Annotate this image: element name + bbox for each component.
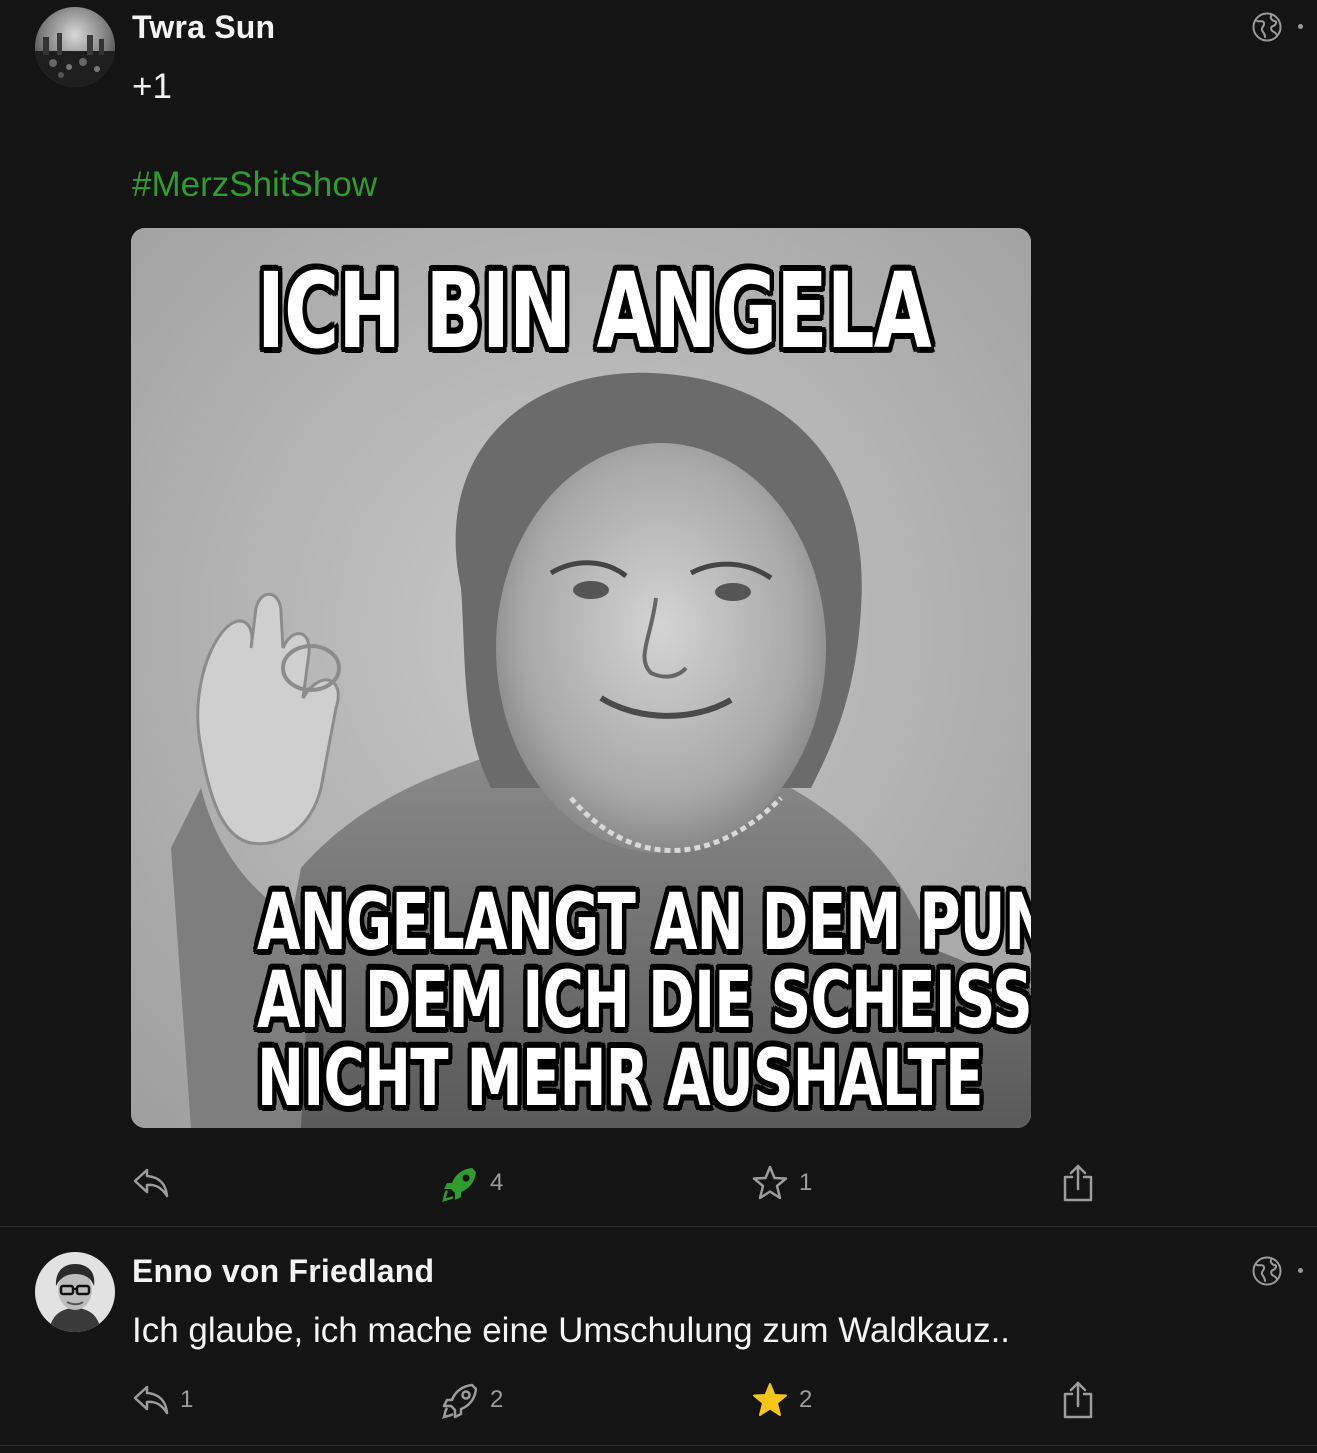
meme-caption-top: ICH BIN ANGELA [257, 250, 932, 372]
author-name[interactable]: Twra Sun [132, 9, 275, 46]
author-name[interactable]: Enno von Friedland [132, 1253, 434, 1290]
favourite-count: 2 [799, 1386, 813, 1413]
meme-caption-bottom-line-2: AN DEM ICH DIE SCHEISSE [257, 956, 1031, 1046]
post-actions: 1 2 2 [0, 1375, 1317, 1425]
meme-caption-bottom-line-3: NICHT MEHR AUSHALTE [257, 1034, 983, 1124]
more-options-icon[interactable] [1298, 24, 1303, 29]
share-icon [1063, 1164, 1093, 1202]
favourite-count: 1 [799, 1169, 813, 1196]
star-icon [752, 1165, 788, 1200]
reply-icon [133, 1168, 169, 1198]
reply-button[interactable]: 1 [132, 1375, 193, 1425]
rocket-icon [442, 1168, 476, 1202]
boost-button[interactable]: 2 [442, 1375, 503, 1425]
boost-count: 2 [490, 1386, 504, 1413]
post[interactable]: Twra Sun +1 #MerzShitShow ICH BIN ANGELA… [0, 0, 1317, 1227]
share-icon [1063, 1381, 1093, 1419]
post-actions: 4 1 [0, 1158, 1317, 1208]
share-button[interactable] [1060, 1375, 1096, 1425]
reply-count: 1 [180, 1386, 194, 1413]
globe-icon [1251, 1255, 1283, 1287]
avatar[interactable] [35, 7, 115, 87]
favourite-button[interactable]: 2 [751, 1375, 812, 1425]
favourite-button[interactable]: 1 [751, 1158, 812, 1208]
meme-caption-bottom-line-1: ANGELANGT AN DEM PUNKT, [257, 878, 1031, 968]
globe-icon [1251, 11, 1283, 43]
star-icon [753, 1383, 787, 1416]
post-image[interactable]: ICH BIN ANGELA ANGELANGT AN DEM PUNKT, A… [131, 228, 1031, 1128]
timeline-feed: Twra Sun +1 #MerzShitShow ICH BIN ANGELA… [0, 0, 1317, 1453]
hashtag-link[interactable]: #MerzShitShow [132, 165, 377, 205]
boost-count: 4 [490, 1169, 504, 1196]
rocket-icon [442, 1383, 478, 1419]
avatar[interactable] [35, 1252, 115, 1332]
post-text: Ich glaube, ich mache eine Umschulung zu… [132, 1311, 1011, 1350]
boost-button[interactable]: 4 [442, 1158, 503, 1208]
post[interactable]: Enno von Friedland Ich glaube, ich mache… [0, 1227, 1317, 1446]
more-options-icon[interactable] [1298, 1268, 1303, 1273]
post-text: +1 [132, 67, 172, 106]
reply-icon [133, 1385, 169, 1415]
reply-button[interactable] [132, 1158, 180, 1208]
share-button[interactable] [1060, 1158, 1096, 1208]
